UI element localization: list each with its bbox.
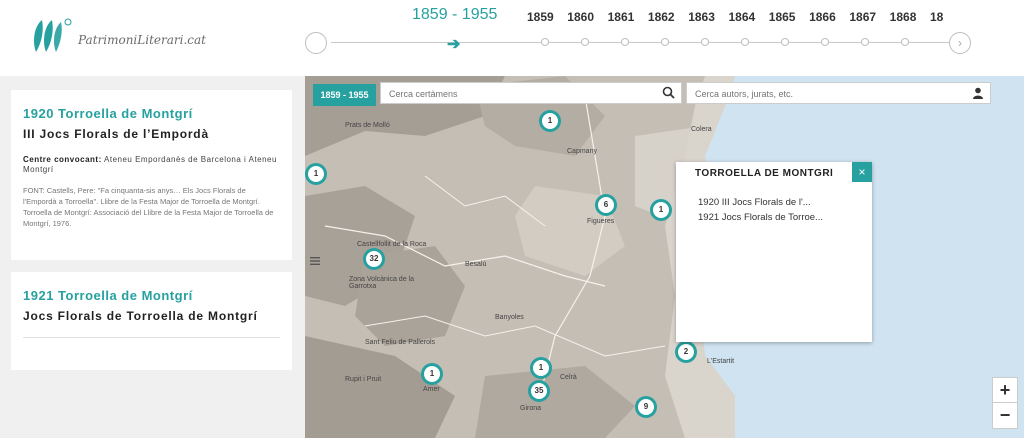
map-label: Amer: [423, 386, 440, 393]
zoom-controls: + −: [992, 377, 1018, 429]
zoom-in-button[interactable]: +: [992, 377, 1018, 403]
card-source: FONT: Castells, Pere: "Fa cinquanta-sis …: [23, 186, 274, 228]
results-panel: 1920 Torroella de Montgrí III Jocs Flora…: [0, 76, 305, 438]
map-label: Banyoles: [495, 314, 524, 321]
year-label[interactable]: 1868: [890, 10, 930, 24]
timeline-dot[interactable]: [661, 38, 669, 46]
timeline-dot[interactable]: [541, 38, 549, 46]
search-events-input[interactable]: [387, 84, 651, 104]
year-label[interactable]: 1867: [849, 10, 889, 24]
result-card[interactable]: 1921 Torroella de Montgrí Jocs Florals d…: [11, 272, 292, 370]
card-title: Jocs Florals de Torroella de Montgrí: [23, 309, 258, 323]
map-marker[interactable]: 1: [530, 357, 552, 379]
map-marker[interactable]: 9: [635, 396, 657, 418]
timeline-dot[interactable]: [741, 38, 749, 46]
timeline-dot[interactable]: [581, 38, 589, 46]
map-marker[interactable]: 1: [539, 110, 561, 132]
header: PatrimoniLiterari.cat 1859 - 1955 1859 1…: [0, 0, 1024, 77]
popup-item[interactable]: 1920 III Jocs Florals de l'...: [698, 195, 848, 210]
map-terrain: [305, 76, 1024, 438]
map-label: Castellfollit de la Roca: [357, 241, 427, 248]
map-popup: TORROELLA DE MONTGRÍ × 1920 III Jocs Flo…: [676, 162, 872, 342]
map-marker[interactable]: 6: [595, 194, 617, 216]
divider: [23, 337, 280, 338]
layers-menu-icon[interactable]: [309, 254, 321, 266]
timeline-dot[interactable]: [781, 38, 789, 46]
map-label: Girona: [520, 405, 542, 412]
logo-text: PatrimoniLiterari.cat: [78, 33, 206, 47]
map-label: L'Estartit: [707, 358, 735, 365]
timeline-line: [331, 42, 949, 43]
year-label[interactable]: 1861: [608, 10, 648, 24]
logo-feather-icon: [30, 16, 74, 54]
map-marker[interactable]: 1: [421, 363, 443, 385]
year-label[interactable]: 1860: [567, 10, 607, 24]
map-marker[interactable]: 35: [528, 380, 550, 402]
search-people-input[interactable]: [693, 84, 957, 104]
year-label[interactable]: 1866: [809, 10, 849, 24]
map-label: Besalú: [465, 261, 487, 268]
year-label[interactable]: 1859: [527, 10, 567, 24]
popup-title: TORROELLA DE MONTGRÍ: [695, 168, 834, 179]
card-convener-label: Centre convocant:: [23, 155, 102, 164]
popup-item[interactable]: 1921 Jocs Florals de Torroe...: [698, 210, 848, 225]
map-label: Celrà: [560, 374, 577, 381]
timeline-range-label: 1859 - 1955: [412, 6, 498, 23]
year-label[interactable]: 1862: [648, 10, 688, 24]
timeline-dot[interactable]: [861, 38, 869, 46]
map[interactable]: Prats de Molló Capmany Figueres Castellf…: [305, 76, 1024, 438]
timeline-slider[interactable]: ➔ ›: [305, 31, 975, 55]
map-label: Figueres: [587, 218, 615, 225]
timeline-years: 1859 1860 1861 1862 1863 1864 1865 1866 …: [527, 10, 944, 24]
search-people-box[interactable]: [686, 82, 991, 104]
map-label: Sant Feliu de Pallerols: [365, 339, 436, 346]
year-label[interactable]: 1865: [769, 10, 809, 24]
range-badge[interactable]: 1859 - 1955: [313, 84, 376, 106]
map-label: Zona Volcànica de la Garrotxa: [349, 276, 414, 290]
popup-list: 1920 III Jocs Florals de l'... 1921 Jocs…: [698, 195, 848, 225]
card-title: III Jocs Florals de l’Empordà: [23, 127, 209, 141]
timeline-dot[interactable]: [821, 38, 829, 46]
search-icon[interactable]: [662, 86, 675, 104]
result-card[interactable]: 1920 Torroella de Montgrí III Jocs Flora…: [11, 90, 292, 260]
zoom-out-button[interactable]: −: [992, 403, 1018, 429]
arrow-right-icon: ➔: [447, 36, 461, 53]
logo[interactable]: PatrimoniLiterari.cat: [30, 16, 206, 54]
map-marker[interactable]: 1: [305, 163, 327, 185]
timeline-dot[interactable]: [901, 38, 909, 46]
year-label[interactable]: 18: [930, 10, 944, 24]
timeline-dot[interactable]: [621, 38, 629, 46]
map-marker[interactable]: 1: [650, 199, 672, 221]
search-events-box[interactable]: [380, 82, 682, 104]
map-label: Colera: [691, 126, 712, 133]
timeline-dot[interactable]: [701, 38, 709, 46]
year-label[interactable]: 1864: [728, 10, 768, 24]
card-year-place: 1920 Torroella de Montgrí: [23, 106, 193, 121]
map-label: Capmany: [567, 148, 597, 155]
card-year-place: 1921 Torroella de Montgrí: [23, 288, 193, 303]
map-label: Prats de Molló: [345, 122, 390, 129]
year-label[interactable]: 1863: [688, 10, 728, 24]
timeline-start-handle[interactable]: [305, 32, 327, 54]
chevron-right-icon[interactable]: ›: [949, 32, 971, 54]
close-icon[interactable]: ×: [852, 162, 872, 182]
user-icon[interactable]: [972, 86, 984, 104]
card-convener: Centre convocant: Ateneu Empordanès de B…: [23, 155, 280, 175]
map-marker-selected[interactable]: 2: [675, 341, 697, 363]
map-label: Rupit i Pruit: [345, 376, 382, 383]
map-marker[interactable]: 32: [363, 248, 385, 270]
